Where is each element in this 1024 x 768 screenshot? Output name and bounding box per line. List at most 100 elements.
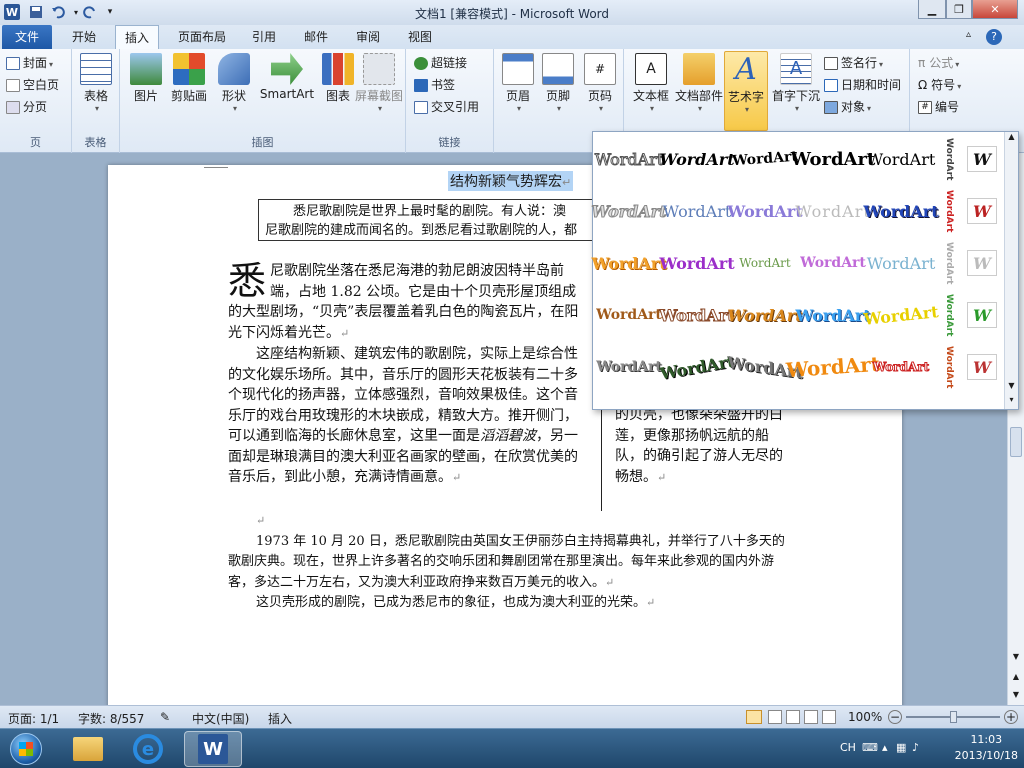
taskbar-ie[interactable]: e	[122, 731, 174, 767]
object-button[interactable]: 对象 ▾	[824, 97, 871, 117]
gallery-more-icon[interactable]: ▾	[1005, 395, 1018, 409]
start-button[interactable]	[0, 731, 52, 767]
page-number-button[interactable]: # 页码 ▾	[578, 51, 622, 113]
wordart-style-2-4[interactable]: WordArt	[867, 240, 936, 286]
equation-button[interactable]: π 公式 ▾	[918, 53, 959, 73]
document-title[interactable]: 结构新颖气势辉宏↵	[448, 171, 574, 191]
scroll-thumb[interactable]	[1010, 427, 1022, 457]
full-screen-reading-icon[interactable]	[768, 710, 782, 724]
wordart-style-3-4[interactable]: WordArt	[863, 289, 940, 341]
smartart-button[interactable]: SmartArt	[256, 51, 318, 101]
ime-indicator[interactable]: CH	[840, 741, 856, 754]
wordart-side-style-2[interactable]: W	[967, 250, 997, 276]
drop-cap-button[interactable]: A 首字下沉 ▾	[770, 51, 822, 113]
wordart-style-2-2[interactable]: WordArt	[733, 240, 797, 286]
numbering-button[interactable]: # 编号	[918, 97, 959, 117]
next-page-icon[interactable]: ▼	[1008, 687, 1024, 703]
left-column[interactable]: 悉 尼歌剧院坐落在悉尼海港的勃尼朗波因特半岛前端，占地 1.82 公顷。它是由十…	[228, 261, 590, 489]
draft-icon[interactable]	[822, 710, 836, 724]
wordart-style-3-2[interactable]: WordArt	[727, 292, 802, 338]
date-time-button[interactable]: 日期和时间	[824, 75, 901, 95]
taskbar-word[interactable]: W	[184, 731, 242, 767]
wordart-gallery[interactable]: WordArt WordArt WordArt WordArt WordArt WordA…	[591, 131, 1019, 410]
volume-icon[interactable]: ♪	[912, 741, 919, 754]
wordart-style-4-1[interactable]: WordArt	[658, 339, 735, 395]
wordart-style-1-0[interactable]: WordArt	[591, 188, 667, 234]
print-layout-icon[interactable]	[746, 710, 762, 724]
page-break-button[interactable]: 分页	[6, 97, 47, 117]
wordart-style-2-3[interactable]: WordArt	[800, 240, 866, 286]
wordart-vertical-style-2[interactable]: WordArt	[941, 240, 957, 286]
word-count[interactable]: 字数: 8/557	[78, 710, 144, 727]
wordart-style-3-3[interactable]: WordArt	[795, 292, 870, 338]
taskbar-explorer[interactable]	[62, 731, 114, 767]
header-button[interactable]: 页眉 ▾	[496, 51, 540, 113]
wordart-vertical-style-3[interactable]: WordArt	[941, 292, 957, 338]
wordart-style-0-2[interactable]: WordArt	[731, 134, 799, 184]
proofing-icon[interactable]: ✎	[160, 710, 170, 724]
outline-icon[interactable]	[804, 710, 818, 724]
wordart-style-2-0[interactable]: WordArt	[591, 240, 666, 286]
wordart-style-0-4[interactable]: WordArt	[867, 136, 936, 182]
tab-file[interactable]: 文件	[2, 25, 52, 49]
screenshot-button[interactable]: 屏幕截图 ▾	[352, 51, 406, 113]
wordart-side-style-4[interactable]: W	[967, 354, 997, 380]
wordart-vertical-style-1[interactable]: WordArt	[941, 188, 957, 234]
wordart-style-2-1[interactable]: WordArt	[659, 240, 734, 286]
page-count[interactable]: 页面: 1/1	[8, 710, 59, 727]
wordart-style-0-1[interactable]: WordArt	[659, 136, 734, 182]
help-icon[interactable]: ?	[986, 29, 1002, 45]
insert-mode[interactable]: 插入	[268, 710, 292, 727]
web-layout-icon[interactable]	[786, 710, 800, 724]
tab-references[interactable]: 引用	[244, 25, 284, 49]
wordart-style-4-4[interactable]: WordArt	[869, 344, 933, 390]
keyboard-icon[interactable]: ⌨	[862, 741, 878, 754]
wordart-side-style-0[interactable]: W	[967, 146, 997, 172]
gallery-scroll-up-icon[interactable]: ▲	[1005, 132, 1018, 146]
tray-expand-icon[interactable]: ▴	[882, 741, 888, 754]
wordart-style-0-0[interactable]: WordArt	[594, 136, 664, 182]
picture-button[interactable]: 图片	[124, 51, 168, 104]
wordart-style-4-0[interactable]: WordArt	[596, 344, 662, 390]
cover-page-button[interactable]: 封面 ▾	[6, 53, 53, 73]
hyperlink-button[interactable]: 超链接	[414, 53, 467, 73]
textbox-button[interactable]: A 文本框 ▾	[628, 51, 674, 113]
zoom-in-icon[interactable]: +	[1004, 710, 1018, 724]
wordart-style-1-2[interactable]: WordArt	[727, 188, 802, 234]
wordart-style-4-3[interactable]: WordArt	[785, 342, 880, 392]
prev-page-icon[interactable]: ▲	[1008, 669, 1024, 685]
gallery-scroll-down-icon[interactable]: ▼	[1005, 381, 1018, 395]
wordart-side-style-1[interactable]: W	[967, 198, 997, 224]
shapes-button[interactable]: 形状 ▾	[212, 51, 256, 113]
clock[interactable]: 11:03 2013/10/18	[955, 732, 1018, 764]
zoom-level[interactable]: 100%	[848, 710, 882, 724]
blank-page-button[interactable]: 空白页	[6, 75, 59, 95]
close-button[interactable]: ✕	[972, 0, 1018, 19]
minimize-button[interactable]: ▁	[918, 0, 946, 19]
zoom-out-icon[interactable]: −	[888, 710, 902, 724]
tab-home[interactable]: 开始	[60, 25, 108, 49]
tab-review[interactable]: 审阅	[348, 25, 388, 49]
lower-text[interactable]: ↵ 1973 年 10 月 20 日，悉尼歌剧院由英国女王伊丽莎白主持揭幕典礼，…	[228, 511, 788, 614]
clipart-button[interactable]: 剪贴画	[166, 51, 212, 104]
wordart-style-0-3[interactable]: WordArt	[791, 136, 876, 182]
table-button[interactable]: 表格 ▾	[74, 51, 118, 113]
right-column[interactable]: 的贝壳，也像朵朵盛开的白莲，更像那扬帆远航的船队，的确引起了游人无尽的畅想。↵	[615, 405, 790, 488]
wordart-style-1-1[interactable]: WordArt	[663, 188, 732, 234]
wordart-button[interactable]: A 艺术字 ▾	[724, 51, 768, 131]
wordart-style-3-1[interactable]: WordArt	[659, 292, 735, 338]
cross-reference-button[interactable]: 交叉引用	[414, 97, 479, 117]
symbol-button[interactable]: Ω 符号 ▾	[918, 75, 961, 95]
tab-mailings[interactable]: 邮件	[296, 25, 336, 49]
bookmark-button[interactable]: 书签	[414, 75, 455, 95]
tab-view[interactable]: 视图	[400, 25, 440, 49]
wordart-style-1-3[interactable]: WordArt	[795, 188, 870, 234]
tab-page-layout[interactable]: 页面布局	[170, 25, 234, 49]
restore-button[interactable]: ❐	[946, 0, 972, 19]
zoom-slider-thumb[interactable]	[950, 711, 957, 723]
wordart-side-style-3[interactable]: W	[967, 302, 997, 328]
network-icon[interactable]: ▦	[896, 741, 906, 754]
wordart-vertical-style-0[interactable]: WordArt	[941, 136, 957, 182]
quick-parts-button[interactable]: 文档部件 ▾	[674, 51, 724, 113]
minimize-ribbon-icon[interactable]: ▵	[966, 29, 971, 40]
